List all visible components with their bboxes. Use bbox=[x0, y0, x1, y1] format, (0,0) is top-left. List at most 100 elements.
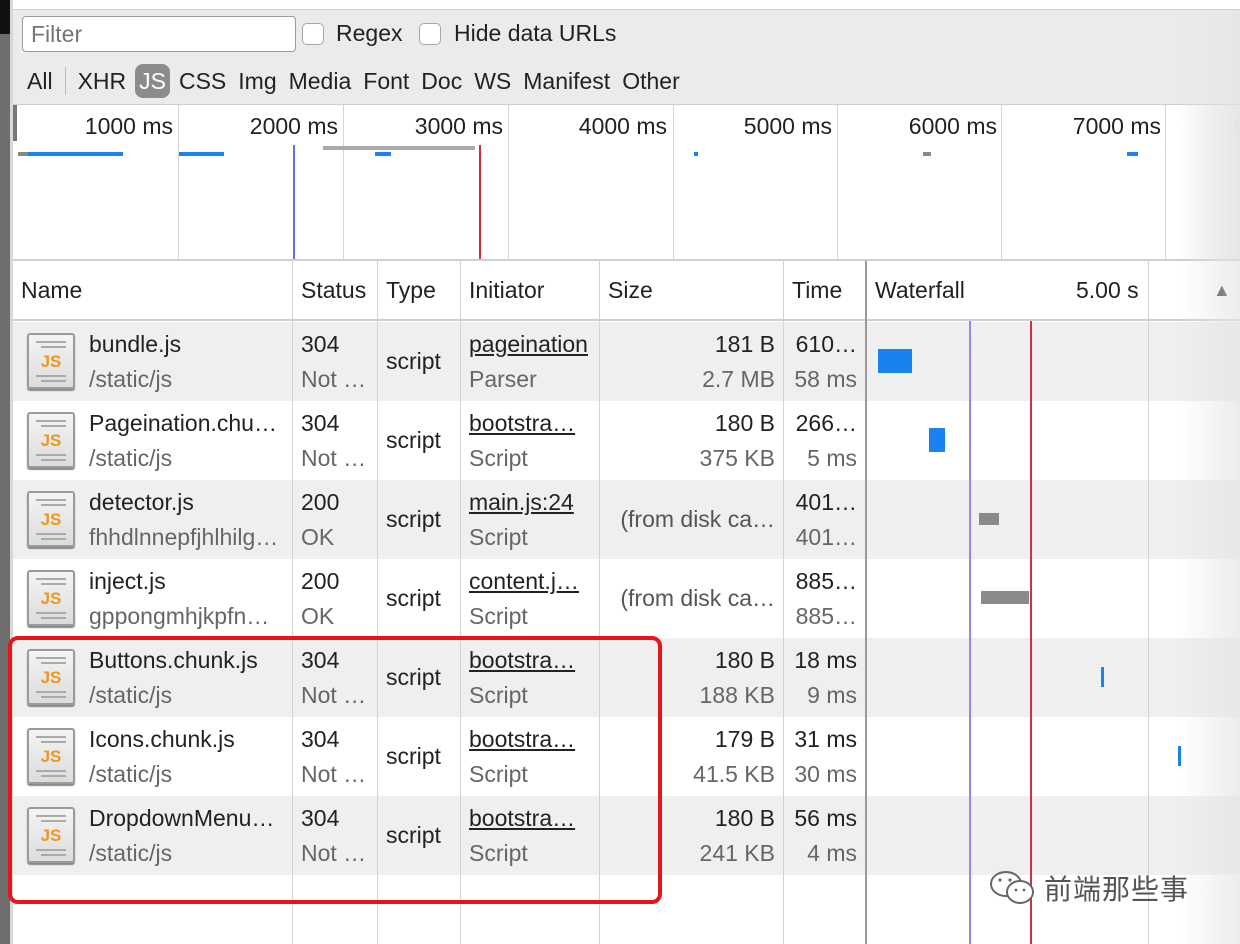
resource-size: 375 KB bbox=[699, 445, 775, 471]
request-row[interactable]: JS Buttons.chunk.js /static/js 304 Not …… bbox=[13, 638, 1240, 717]
resource-type: script bbox=[386, 743, 441, 769]
type-filter-manifest[interactable]: Manifest bbox=[517, 64, 616, 98]
name-cell: JS inject.js gppongmhjkpfn… bbox=[13, 559, 292, 638]
hide-data-urls-checkbox[interactable] bbox=[419, 23, 441, 45]
type-filter-all[interactable]: All bbox=[21, 64, 59, 98]
name-cell: JS Pageination.chu… /static/js bbox=[13, 401, 292, 480]
icon-line bbox=[36, 375, 66, 377]
overview-gridline bbox=[508, 105, 509, 259]
request-name[interactable]: DropdownMenu… bbox=[89, 805, 274, 832]
request-name[interactable]: Icons.chunk.js bbox=[89, 726, 235, 753]
type-filter-css[interactable]: CSS bbox=[173, 64, 232, 98]
icon-line bbox=[41, 662, 66, 664]
request-name[interactable]: inject.js bbox=[89, 568, 166, 595]
initiator-link[interactable]: bootstra… bbox=[469, 805, 575, 832]
time-cell: 56 ms 4 ms bbox=[784, 796, 865, 875]
column-header-initiator[interactable]: Initiator bbox=[461, 261, 544, 319]
icon-line bbox=[36, 533, 66, 535]
initiator-link[interactable]: main.js:24 bbox=[469, 489, 574, 516]
request-name[interactable]: bundle.js bbox=[89, 331, 181, 358]
status-code: 304 bbox=[301, 410, 340, 436]
initiator-link[interactable]: bootstra… bbox=[469, 410, 575, 437]
type-filter-ws[interactable]: WS bbox=[468, 64, 517, 98]
column-header-name[interactable]: Name bbox=[13, 261, 82, 319]
overview-timeline[interactable]: 1000 ms 2000 ms 3000 ms 4000 ms 5000 ms … bbox=[13, 105, 1240, 261]
status-text: Not … bbox=[301, 445, 367, 471]
filter-input[interactable] bbox=[22, 16, 296, 52]
waterfall-bar[interactable] bbox=[929, 428, 945, 452]
initiator-cell: bootstra… Script bbox=[461, 401, 599, 480]
window-edge-dark bbox=[0, 0, 10, 34]
table-header: Name Status Type Initiator Size Time Wat… bbox=[13, 261, 1240, 321]
overview-gridline bbox=[343, 105, 344, 259]
request-path: /static/js bbox=[89, 366, 173, 392]
initiator-link[interactable]: pageination bbox=[469, 331, 588, 358]
column-header-waterfall[interactable]: Waterfall bbox=[867, 261, 965, 319]
overview-gridline bbox=[1001, 105, 1002, 259]
regex-checkbox[interactable] bbox=[302, 23, 324, 45]
transfer-size: 181 B bbox=[714, 331, 775, 357]
icon-line bbox=[36, 612, 66, 614]
column-header-type[interactable]: Type bbox=[378, 261, 436, 319]
type-filter-xhr[interactable]: XHR bbox=[72, 64, 133, 98]
icon-line bbox=[36, 770, 66, 772]
type-cell: script bbox=[378, 638, 460, 717]
column-header-status[interactable]: Status bbox=[293, 261, 366, 319]
status-code: 304 bbox=[301, 647, 340, 673]
js-file-icon: JS bbox=[27, 412, 75, 468]
request-row[interactable]: JS DropdownMenu… /static/js 304 Not … sc… bbox=[13, 796, 1240, 875]
initiator-link[interactable]: content.j… bbox=[469, 568, 579, 595]
waterfall-gridline bbox=[1148, 261, 1149, 944]
resource-type: script bbox=[386, 506, 441, 532]
waterfall-bar[interactable] bbox=[1101, 667, 1104, 687]
status-code: 304 bbox=[301, 726, 340, 752]
type-filter-font[interactable]: Font bbox=[357, 64, 415, 98]
waterfall-bar[interactable] bbox=[979, 513, 999, 525]
waterfall-bar[interactable] bbox=[878, 349, 912, 373]
column-header-time[interactable]: Time bbox=[784, 261, 842, 319]
type-filter-doc[interactable]: Doc bbox=[415, 64, 468, 98]
icon-line bbox=[41, 696, 66, 698]
initiator-type: Script bbox=[469, 603, 528, 629]
size-cell: (from disk ca… bbox=[600, 559, 783, 638]
request-row[interactable]: JS bundle.js /static/js 304 Not … script… bbox=[13, 322, 1240, 401]
size-cell: 180 B 188 KB bbox=[600, 638, 783, 717]
waterfall-bar[interactable] bbox=[981, 591, 1029, 604]
column-divider bbox=[599, 261, 600, 944]
request-name[interactable]: detector.js bbox=[89, 489, 194, 516]
js-file-icon: JS bbox=[27, 807, 75, 863]
wechat-icon bbox=[988, 868, 1036, 908]
name-cell: JS detector.js fhhdlnnepfjhlhilg… bbox=[13, 480, 292, 559]
request-name[interactable]: Pageination.chu… bbox=[89, 410, 277, 437]
initiator-link[interactable]: bootstra… bbox=[469, 647, 575, 674]
icon-line bbox=[41, 459, 66, 461]
initiator-link[interactable]: bootstra… bbox=[469, 726, 575, 753]
resource-type: script bbox=[386, 664, 441, 690]
sort-ascending-icon[interactable]: ▲ bbox=[1205, 261, 1231, 319]
column-header-size[interactable]: Size bbox=[600, 261, 653, 319]
waterfall-bar[interactable] bbox=[1178, 746, 1181, 766]
size-cell: 181 B 2.7 MB bbox=[600, 322, 783, 401]
overview-request-bar bbox=[323, 146, 475, 150]
time-cell: 18 ms 9 ms bbox=[784, 638, 865, 717]
request-row[interactable]: JS Pageination.chu… /static/js 304 Not …… bbox=[13, 401, 1240, 480]
request-row[interactable]: JS detector.js fhhdlnnepfjhlhilg… 200 OK… bbox=[13, 480, 1240, 559]
overview-drag-handle[interactable] bbox=[13, 105, 17, 141]
request-row[interactable]: JS Icons.chunk.js /static/js 304 Not … s… bbox=[13, 717, 1240, 796]
type-filter-js[interactable]: JS bbox=[135, 64, 170, 98]
js-file-icon: JS bbox=[27, 728, 75, 784]
request-row[interactable]: JS inject.js gppongmhjkpfn… 200 OK scrip… bbox=[13, 559, 1240, 638]
type-filter-media[interactable]: Media bbox=[283, 64, 358, 98]
initiator-cell: content.j… Script bbox=[461, 559, 599, 638]
overview-fade bbox=[1180, 105, 1240, 259]
icon-line bbox=[41, 346, 66, 348]
overview-tick-label: 6000 ms bbox=[908, 113, 997, 139]
type-cell: script bbox=[378, 796, 460, 875]
type-filter-other[interactable]: Other bbox=[616, 64, 686, 98]
type-filter-img[interactable]: Img bbox=[232, 64, 282, 98]
type-cell: script bbox=[378, 480, 460, 559]
js-icon-label: JS bbox=[40, 431, 62, 450]
overview-gridline bbox=[673, 105, 674, 259]
resource-type: script bbox=[386, 585, 441, 611]
request-name[interactable]: Buttons.chunk.js bbox=[89, 647, 258, 674]
